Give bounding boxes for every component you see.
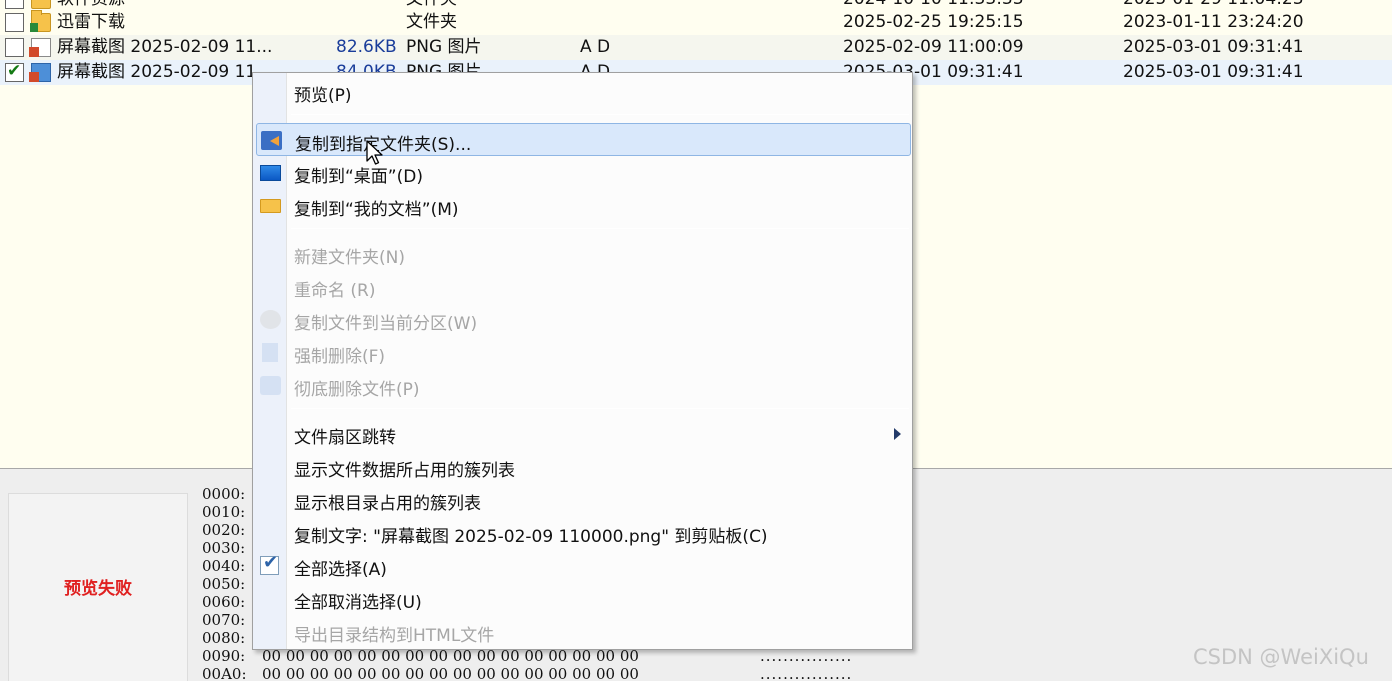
context-menu: 预览(P) 复制到指定文件夹(S)... 复制到“桌面”(D) 复制到“我的文档… [252, 72, 913, 650]
hex-bytes: 00 00 00 00 00 00 00 00 00 00 00 00 00 0… [262, 665, 639, 681]
menu-item-show-root-clusters[interactable]: 显示根目录占用的簇列表 [256, 483, 911, 516]
menu-item-export-html[interactable]: 导出目录结构到HTML文件 [256, 615, 911, 648]
row-checkbox[interactable] [5, 0, 24, 9]
menu-item-new-folder[interactable]: 新建文件夹(N) [256, 237, 911, 270]
folder-icon [30, 10, 51, 32]
menu-item-show-cluster-list[interactable]: 显示文件数据所占用的簇列表 [256, 450, 911, 483]
file-row[interactable]: 迅雷下载 文件夹 2025-02-25 19:25:15 2023-01-11 … [0, 10, 1392, 35]
menu-item-copy-text[interactable]: 复制文字: "屏幕截图 2025-02-09 110000.png" 到剪贴板(… [256, 516, 911, 549]
folder-icon [260, 199, 281, 213]
hex-address: 0000: [202, 485, 246, 503]
menu-item-rename[interactable]: 重命名 (R) [256, 270, 911, 303]
menu-item-label: 文件扇区跳转 [294, 428, 396, 448]
menu-item-select-all[interactable]: 全部选择(A) [256, 549, 911, 582]
file-modified: 2025-03-01 09:31:41 [1123, 37, 1304, 57]
menu-item-deselect-all[interactable]: 全部取消选择(U) [256, 582, 911, 615]
hex-row: 00A0: 00 00 00 00 00 00 00 00 00 00 00 00… [202, 665, 852, 681]
menu-item-copy-to-documents[interactable]: 复制到“我的文档”(M) [256, 189, 911, 222]
menu-item-label: 全部取消选择(U) [294, 593, 422, 613]
menu-item-copy-to-folder[interactable]: 复制到指定文件夹(S)... [256, 123, 911, 156]
menu-item-label: 复制文件到当前分区(W) [294, 314, 478, 334]
partition-pie-icon [260, 310, 281, 329]
hex-address: 0060: [202, 593, 246, 611]
checkbox-check-icon [260, 552, 279, 575]
row-checkbox-checked[interactable] [5, 59, 24, 84]
file-size: 82.6KB [336, 37, 397, 57]
file-created: 2025-02-09 11:00:09 [843, 37, 1024, 57]
hex-address: 0030: [202, 539, 246, 557]
hex-address: 0010: [202, 503, 246, 521]
document-icon [262, 343, 278, 362]
menu-item-label: 导出目录结构到HTML文件 [294, 626, 495, 646]
watermark: CSDN @WeiXiQu [1193, 645, 1369, 669]
hex-ascii: ................ [760, 665, 853, 681]
file-name: 迅雷下载 [57, 12, 125, 32]
menu-item-force-delete[interactable]: 强制删除(F) [256, 336, 911, 369]
menu-item-preview[interactable]: 预览(P) [256, 75, 911, 108]
menu-item-label: 强制删除(F) [294, 347, 386, 367]
menu-item-label: 全部选择(A) [294, 560, 387, 580]
file-attr: A D [580, 37, 611, 57]
hex-address: 0040: [202, 557, 246, 575]
menu-item-label: 显示文件数据所占用的簇列表 [294, 461, 515, 481]
row-checkbox[interactable] [5, 13, 24, 32]
hex-address: 0020: [202, 521, 246, 539]
file-type: 文件夹 [406, 12, 457, 32]
menu-item-label: 重命名 (R) [294, 281, 376, 301]
file-type: PNG 图片 [406, 37, 482, 57]
menu-item-label: 复制到“桌面”(D) [294, 167, 423, 187]
menu-separator [291, 408, 909, 409]
hex-address: 0080: [202, 629, 246, 647]
hex-address: 0070: [202, 611, 246, 629]
menu-separator [291, 228, 909, 229]
menu-item-label: 彻底删除文件(P) [294, 380, 420, 400]
preview-failed-text: 预览失败 [64, 579, 132, 599]
menu-item-copy-to-partition[interactable]: 复制文件到当前分区(W) [256, 303, 911, 336]
menu-separator [291, 114, 909, 115]
file-modified: 2023-01-11 23:24:20 [1123, 12, 1304, 32]
menu-item-label: 预览(P) [294, 86, 352, 106]
menu-item-sector-jump[interactable]: 文件扇区跳转 [256, 417, 911, 450]
submenu-arrow-icon [894, 428, 901, 440]
copy-to-folder-icon [261, 131, 282, 150]
hex-address: 0050: [202, 575, 246, 593]
menu-item-label: 显示根目录占用的簇列表 [294, 494, 481, 514]
folder-icon [31, 0, 51, 9]
menu-item-wipe-delete[interactable]: 彻底删除文件(P) [256, 369, 911, 402]
file-name: 屏幕截图 2025-02-09 11... [57, 37, 273, 57]
desktop-icon [260, 165, 281, 181]
menu-item-copy-to-desktop[interactable]: 复制到“桌面”(D) [256, 156, 911, 189]
file-created: 2025-02-25 19:25:15 [843, 12, 1024, 32]
image-file-icon [29, 63, 51, 82]
image-file-icon [29, 38, 51, 57]
hex-address: 0090: [202, 647, 246, 665]
menu-item-label: 复制到“我的文档”(M) [294, 200, 459, 220]
hex-address: 00A0: [202, 665, 247, 681]
preview-box: 预览失败 [8, 493, 188, 681]
file-modified: 2025-03-01 09:31:41 [1123, 62, 1304, 82]
file-row[interactable]: 屏幕截图 2025-02-09 11... 82.6KB PNG 图片 A D … [0, 35, 1392, 60]
shredder-icon [260, 376, 281, 395]
menu-item-label: 新建文件夹(N) [294, 248, 405, 268]
mouse-pointer-icon [366, 140, 383, 165]
menu-item-label: 复制文字: "屏幕截图 2025-02-09 110000.png" 到剪贴板(… [294, 527, 768, 547]
row-checkbox[interactable] [5, 38, 24, 57]
file-name: 屏幕截图 2025-02-09 11... [57, 62, 273, 82]
